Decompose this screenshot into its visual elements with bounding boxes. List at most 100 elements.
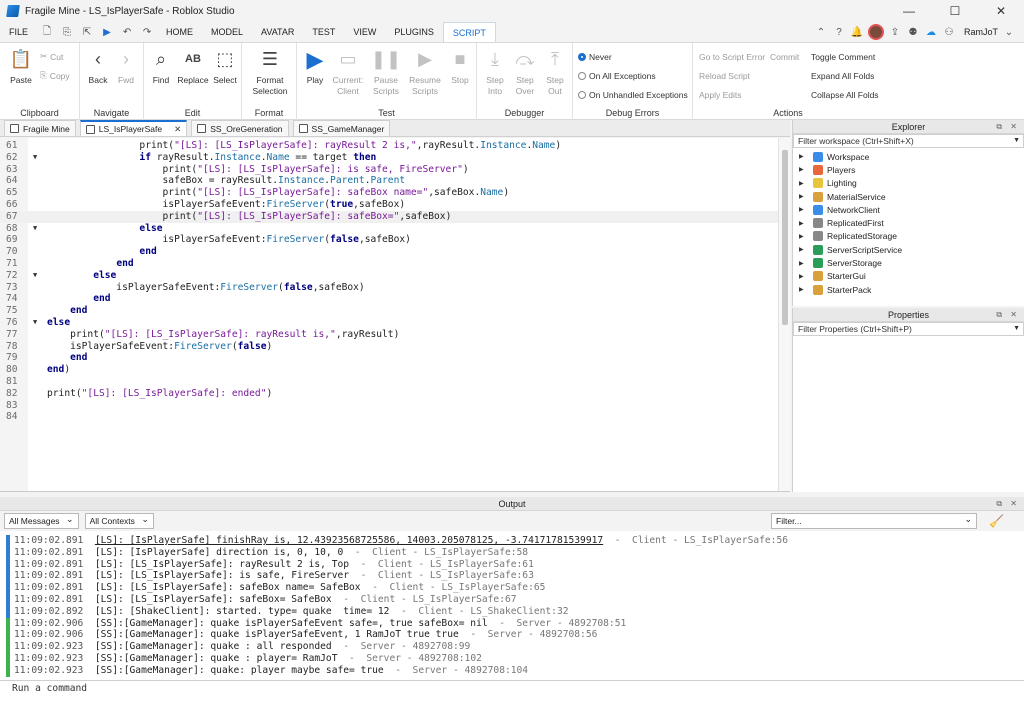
explorer-item-players[interactable]: ▶ Players (793, 163, 1024, 176)
expand-arrow-icon[interactable]: ▶ (799, 153, 809, 160)
close-button[interactable]: ✕ (978, 0, 1024, 22)
output-log-line[interactable]: 11:09:02.891 [LS]: [LS_IsPlayerSafe]: is… (14, 570, 1014, 582)
menu-test[interactable]: TEST (303, 22, 344, 42)
code-line[interactable]: 84 (0, 411, 780, 423)
collapse-ribbon-icon[interactable]: ⌃ (814, 25, 828, 39)
tab-ls-isplayersafe[interactable]: LS_IsPlayerSafe ✕ (79, 120, 188, 136)
explorer-item-startergui[interactable]: ▶ StarterGui (793, 270, 1024, 283)
close-tab-icon[interactable]: ✕ (174, 124, 181, 135)
log-source[interactable]: - Server - 4892708:56 (459, 629, 597, 640)
code-line[interactable]: 62 ▼ if rayResult.Instance.Name == target… (0, 152, 780, 164)
code-line[interactable]: 74 end (0, 293, 780, 305)
expand-arrow-icon[interactable]: ▶ (799, 286, 809, 293)
command-bar-input[interactable]: Run a command (0, 680, 1024, 696)
username-label[interactable]: RamJoT (964, 27, 998, 37)
log-source[interactable]: - Client - LS_IsPlayerSafe:61 (349, 559, 534, 570)
tab-ss-gamemanager[interactable]: SS_GameManager (292, 120, 391, 136)
explorer-item-lighting[interactable]: ▶ Lighting (793, 177, 1024, 190)
forward-button[interactable]: › Fwd (114, 47, 138, 86)
expand-arrow-icon[interactable]: ▶ (799, 206, 809, 213)
code-line[interactable]: 83 (0, 400, 780, 412)
output-log-line[interactable]: 11:09:02.906 [SS]:[GameManager]: quake i… (14, 629, 1014, 641)
expand-arrow-icon[interactable]: ▶ (799, 260, 809, 267)
expand-arrow-icon[interactable]: ▶ (799, 246, 809, 253)
explorer-item-starterpack[interactable]: ▶ StarterPack (793, 283, 1024, 296)
open-file-icon[interactable]: ⎘ (60, 25, 74, 39)
expand-arrow-icon[interactable]: ▶ (799, 193, 809, 200)
minimize-button[interactable]: — (886, 0, 932, 22)
new-file-icon[interactable]: 🗋 (40, 25, 54, 39)
radio-never[interactable]: Never (578, 52, 612, 62)
radio-unhandled-exceptions[interactable]: On Unhandled Exceptions (578, 90, 688, 100)
cloud-icon[interactable]: ☁ (924, 25, 938, 39)
output-log-line[interactable]: 11:09:02.923 [SS]:[GameManager]: quake :… (14, 653, 1014, 665)
code-line[interactable]: 66 isPlayerSafeEvent:FireServer(true,saf… (0, 199, 780, 211)
log-source[interactable]: - Server - 4892708:99 (332, 641, 470, 652)
radio-all-exceptions[interactable]: On All Exceptions (578, 71, 656, 81)
log-source[interactable]: - Client - LS_ShakeClient:32 (389, 606, 569, 617)
code-line[interactable]: 78 isPlayerSafeEvent:FireServer(false) (0, 341, 780, 353)
copy-button[interactable]: ⎘ Copy (40, 70, 70, 81)
commit-button[interactable]: Commit (770, 52, 799, 62)
code-line[interactable]: 61 print("[LS]: [LS_IsPlayerSafe]: rayRe… (0, 140, 780, 152)
editor-scrollbar[interactable] (778, 138, 790, 491)
properties-filter-input[interactable]: Filter Properties (Ctrl+Shift+P) ▼ (793, 322, 1024, 336)
expand-arrow-icon[interactable]: ▶ (799, 180, 809, 187)
clear-output-icon[interactable]: 🧹 (989, 514, 1004, 528)
menu-avatar[interactable]: AVATAR (252, 22, 303, 42)
script-editor[interactable]: 61 print("[LS]: [LS_IsPlayerSafe]: rayRe… (0, 138, 790, 492)
code-line[interactable]: 72 ▼ else (0, 270, 780, 282)
collapse-all-folds-button[interactable]: Collapse All Folds (811, 90, 879, 100)
expand-all-folds-button[interactable]: Expand All Folds (811, 71, 874, 81)
play-button[interactable]: ▶ Play (301, 47, 329, 86)
back-button[interactable]: ‹ Back (86, 47, 110, 86)
code-line[interactable]: 69 isPlayerSafeEvent:FireServer(false,sa… (0, 234, 780, 246)
code-line[interactable]: 82 print("[LS]: [LS_IsPlayerSafe]: ended"… (0, 388, 780, 400)
step-over-button[interactable]: ⤼ Step Over (511, 47, 539, 97)
log-source[interactable]: - Server - 4892708:104 (384, 665, 528, 676)
contexts-filter-select[interactable]: All Contexts (84, 512, 154, 529)
output-filter-input[interactable]: Filter... (771, 512, 978, 529)
log-source[interactable]: - Client - LS_IsPlayerSafe:63 (349, 570, 534, 581)
code-line[interactable]: 77 print("[LS]: [LS_IsPlayerSafe]: rayRe… (0, 329, 780, 341)
format-selection-button[interactable]: ☰ Format Selection (246, 47, 294, 97)
fold-toggle-icon[interactable]: ▼ (33, 270, 37, 282)
code-line[interactable]: 75 end (0, 305, 780, 317)
tab-ss-oregeneration[interactable]: SS_OreGeneration (191, 120, 289, 136)
explorer-item-materialservice[interactable]: ▶ MaterialService (793, 190, 1024, 203)
stop-button[interactable]: ■ Stop (447, 47, 473, 86)
output-log-line[interactable]: 11:09:02.923 [SS]:[GameManager]: quake :… (14, 641, 1014, 653)
log-source[interactable]: - Server - 4892708:102 (337, 653, 482, 664)
fold-toggle-icon[interactable]: ▼ (33, 152, 37, 164)
toggle-comment-button[interactable]: Toggle Comment (811, 52, 875, 62)
undo-icon[interactable]: ↶ (120, 25, 134, 39)
menu-model[interactable]: MODEL (202, 22, 252, 42)
code-line[interactable]: 71 end (0, 258, 780, 270)
explorer-filter-input[interactable]: Filter workspace (Ctrl+Shift+X) ▼ (793, 134, 1024, 148)
output-log-line[interactable]: 11:09:02.891 [LS]: [IsPlayerSafe] direct… (14, 547, 1014, 559)
code-line[interactable]: 68 ▼ else (0, 223, 780, 235)
code-line[interactable]: 67 print("[LS]: [LS_IsPlayerSafe]: safeB… (0, 210, 780, 223)
expand-arrow-icon[interactable]: ▶ (799, 220, 809, 227)
replace-button[interactable]: AB Replace (177, 47, 208, 86)
chevron-down-icon[interactable]: ▼ (1013, 135, 1020, 147)
log-source[interactable]: - Client - LS_IsPlayerSafe:65 (361, 582, 545, 593)
play-quick-icon[interactable]: ▶ (100, 25, 114, 39)
output-log-line[interactable]: 11:09:02.923 [SS]:[GameManager]: quake: … (14, 665, 1014, 677)
menu-script[interactable]: SCRIPT (442, 22, 496, 42)
help-icon[interactable]: ? (832, 25, 846, 39)
explorer-item-replicatedstorage[interactable]: ▶ ReplicatedStorage (793, 230, 1024, 243)
current-client-button[interactable]: ▭ Current: Client (331, 47, 365, 97)
menu-home[interactable]: HOME (157, 22, 202, 42)
output-log-line[interactable]: 11:09:02.906 [SS]:[GameManager]: quake i… (14, 618, 1014, 630)
paste-button[interactable]: 📋 Paste (6, 47, 36, 86)
pause-scripts-button[interactable]: ❚❚ Pause Scripts (369, 47, 403, 97)
notifications-icon[interactable]: 🔔 (850, 25, 864, 39)
output-log-line[interactable]: 11:09:02.891 [LS]: [LS_IsPlayerSafe]: sa… (14, 594, 1014, 606)
expand-arrow-icon[interactable]: ▶ (799, 166, 809, 173)
chevron-down-icon[interactable]: ▼ (1013, 323, 1020, 335)
tab-fragile-mine[interactable]: Fragile Mine (4, 120, 76, 136)
editor-scrollbar-thumb[interactable] (782, 150, 788, 325)
cut-button[interactable]: ✂ Cut (40, 51, 63, 62)
menu-view[interactable]: VIEW (344, 22, 385, 42)
